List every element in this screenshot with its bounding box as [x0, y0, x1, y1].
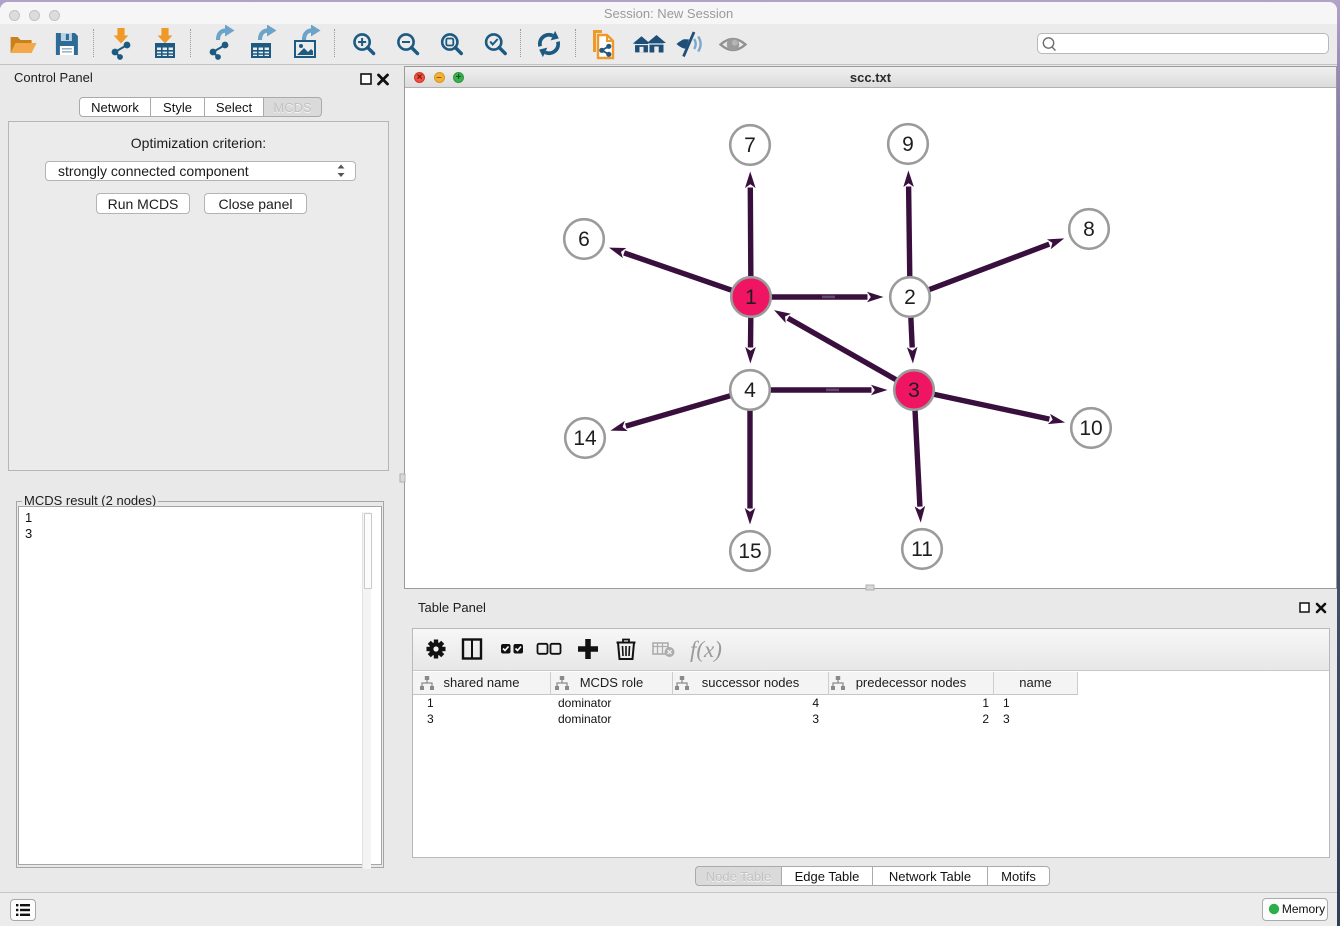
svg-text:3: 3	[908, 379, 920, 402]
svg-text:6: 6	[578, 228, 590, 251]
svg-text:f(x): f(x)	[690, 637, 722, 662]
svg-text:11: 11	[911, 538, 933, 561]
svg-text:14: 14	[573, 427, 597, 450]
svg-text:10: 10	[1079, 417, 1102, 440]
svg-text:8: 8	[1083, 218, 1095, 241]
svg-text:1: 1	[745, 286, 757, 309]
svg-text:9: 9	[902, 133, 914, 156]
svg-text:2: 2	[904, 286, 916, 309]
svg-text:15: 15	[738, 540, 761, 563]
svg-text:4: 4	[744, 379, 756, 402]
svg-text:7: 7	[744, 134, 756, 157]
